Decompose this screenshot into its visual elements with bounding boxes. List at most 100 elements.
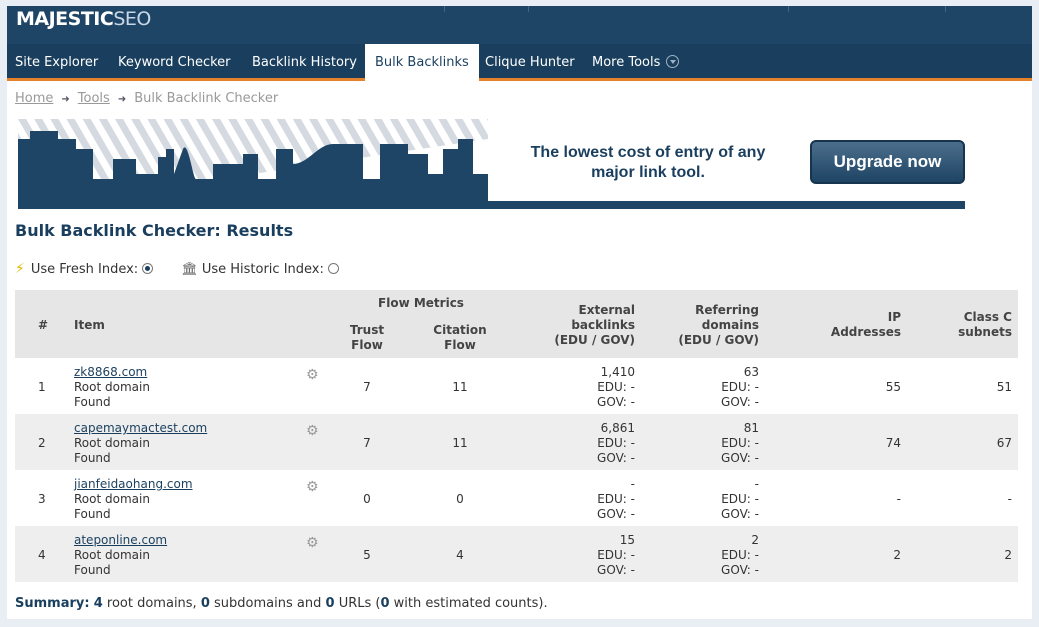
header-ext-line: backlinks <box>571 318 635 332</box>
banner-tagline: The lowest cost of entry of any major li… <box>508 143 788 183</box>
breadcrumb-home[interactable]: Home <box>15 91 53 106</box>
gear-icon[interactable]: ⚙ <box>306 367 319 383</box>
nav-backlink-history[interactable]: Backlink History <box>252 44 357 78</box>
row-num: 3 <box>38 492 46 506</box>
trust-flow-value: 7 <box>363 436 371 450</box>
ref-total: 81 <box>743 421 759 435</box>
summary-line: Summary: 4 root domains, 0 subdomains an… <box>15 596 548 611</box>
domain-link[interactable]: zk8868.com <box>74 365 147 379</box>
header-ext-line: (EDU / GOV) <box>554 333 635 347</box>
trust-flow-value: 0 <box>363 492 371 506</box>
summary-root-text: root domains, <box>106 596 197 611</box>
header-divider <box>945 6 946 12</box>
referring-domains-value: 2 EDU: - GOV: - <box>669 533 759 578</box>
header-class-c-subnets: Class Csubnets <box>922 310 1012 340</box>
summary-root-count: 4 <box>93 596 103 611</box>
breadcrumb-tools[interactable]: Tools <box>78 91 110 106</box>
ext-gov: GOV: - <box>597 395 635 409</box>
logo-sub-text: SEO <box>113 8 151 30</box>
trust-flow-value: 7 <box>363 380 371 394</box>
nav-site-explorer[interactable]: Site Explorer <box>15 44 98 78</box>
header-ref-line: Referring <box>695 303 759 317</box>
row-num: 2 <box>38 436 46 450</box>
header-trust-flow: Trust Flow <box>337 323 397 353</box>
referring-domains-value: 81 EDU: - GOV: - <box>669 421 759 466</box>
breadcrumb: Home ➜ Tools ➜ Bulk Backlink Checker <box>15 91 278 106</box>
domain-link[interactable]: capemaymactest.com <box>74 421 207 435</box>
external-backlinks-value: - EDU: - GOV: - <box>545 477 635 522</box>
referring-domains-value: - EDU: - GOV: - <box>669 477 759 522</box>
row-item: jianfeidaohang.com Root domain Found <box>74 477 193 522</box>
ext-edu: EDU: - <box>597 380 635 394</box>
ext-gov: GOV: - <box>597 563 635 577</box>
ip-addresses-value: 55 <box>885 380 901 394</box>
nav-more-tools[interactable]: More Tools <box>592 44 680 78</box>
index-selector: ⚡ Use Fresh Index: 🏛 Use Historic Index: <box>15 261 339 277</box>
majestic-seo-logo[interactable]: MAJESTICSEO <box>16 8 151 30</box>
ref-gov: GOV: - <box>721 451 759 465</box>
table-row: 4 ateponline.com Root domain Found ⚙ 5 4… <box>15 526 1018 582</box>
header-flow-metrics: Flow Metrics <box>378 296 464 310</box>
ref-edu: EDU: - <box>721 492 759 506</box>
header-citation-line: Citation <box>433 323 487 337</box>
header-num: # <box>38 318 49 332</box>
external-backlinks-value: 1,410 EDU: - GOV: - <box>545 365 635 410</box>
ext-edu: EDU: - <box>597 548 635 562</box>
header-citation-line: Flow <box>444 338 476 352</box>
summary-sub-text: subdomains and <box>214 596 322 611</box>
page-frame: MAJESTICSEO Site Explorer Keyword Checke… <box>7 6 1032 619</box>
ext-gov: GOV: - <box>597 507 635 521</box>
upgrade-now-button[interactable]: Upgrade now <box>810 140 965 184</box>
class-c-value: - <box>1007 492 1012 506</box>
nav-bulk-backlinks[interactable]: Bulk Backlinks <box>365 44 479 81</box>
nav-keyword-checker[interactable]: Keyword Checker <box>118 44 231 78</box>
header-divider <box>528 6 529 12</box>
ext-gov: GOV: - <box>597 451 635 465</box>
header-divider <box>444 6 445 12</box>
citation-flow-value: 0 <box>456 492 464 506</box>
header-ip-line: IP <box>887 310 901 324</box>
header-citation-flow: Citation Flow <box>425 323 495 353</box>
header-trust-line: Trust <box>349 323 385 337</box>
chevron-down-icon <box>666 55 680 68</box>
header-classc-line: subnets <box>958 325 1012 339</box>
fresh-index-radio[interactable] <box>142 263 154 274</box>
ext-total: 6,861 <box>600 421 635 435</box>
header-item: Item <box>74 318 105 332</box>
historic-index-radio[interactable] <box>327 263 339 274</box>
row-item: ateponline.com Root domain Found <box>74 533 167 578</box>
ip-addresses-value: 74 <box>885 436 901 450</box>
ref-total: 63 <box>743 365 759 379</box>
domain-type: Root domain <box>74 492 150 506</box>
breadcrumb-current: Bulk Backlink Checker <box>134 91 279 106</box>
ref-edu: EDU: - <box>721 548 759 562</box>
main-nav: Site Explorer Keyword Checker Backlink H… <box>7 44 1032 81</box>
gear-icon[interactable]: ⚙ <box>306 423 319 439</box>
ip-addresses-value: - <box>896 492 901 506</box>
site-header: MAJESTICSEO <box>7 6 1032 44</box>
referring-domains-value: 63 EDU: - GOV: - <box>669 365 759 410</box>
upgrade-banner: The lowest cost of entry of any major li… <box>18 119 965 209</box>
domain-type: Root domain <box>74 436 150 450</box>
summary-sub-count: 0 <box>200 596 210 611</box>
results-table: # Item Flow Metrics Trust Flow Citation Fl… <box>15 290 1018 582</box>
class-c-value: 2 <box>1004 548 1012 562</box>
nav-clique-hunter[interactable]: Clique Hunter <box>485 44 575 78</box>
domain-link[interactable]: jianfeidaohang.com <box>74 477 193 491</box>
ext-total: 15 <box>619 533 635 547</box>
ref-edu: EDU: - <box>721 380 759 394</box>
domain-link[interactable]: ateponline.com <box>74 533 167 547</box>
ext-edu: EDU: - <box>597 492 635 506</box>
summary-url-count: 0 <box>325 596 335 611</box>
gear-icon[interactable]: ⚙ <box>306 535 319 551</box>
logo-main-text: MAJESTIC <box>16 8 114 30</box>
header-external-backlinks: External backlinks (EDU / GOV) <box>545 303 635 348</box>
header-ext-line: External <box>578 303 635 317</box>
summary-est-count: 0 <box>380 596 390 611</box>
table-row: 1 zk8868.com Root domain Found ⚙ 7 11 1,… <box>15 358 1018 414</box>
table-row: 3 jianfeidaohang.com Root domain Found ⚙… <box>15 470 1018 526</box>
ref-edu: EDU: - <box>721 436 759 450</box>
domain-type: Root domain <box>74 548 150 562</box>
historic-index-label: Use Historic Index: <box>201 262 324 277</box>
gear-icon[interactable]: ⚙ <box>306 479 319 495</box>
